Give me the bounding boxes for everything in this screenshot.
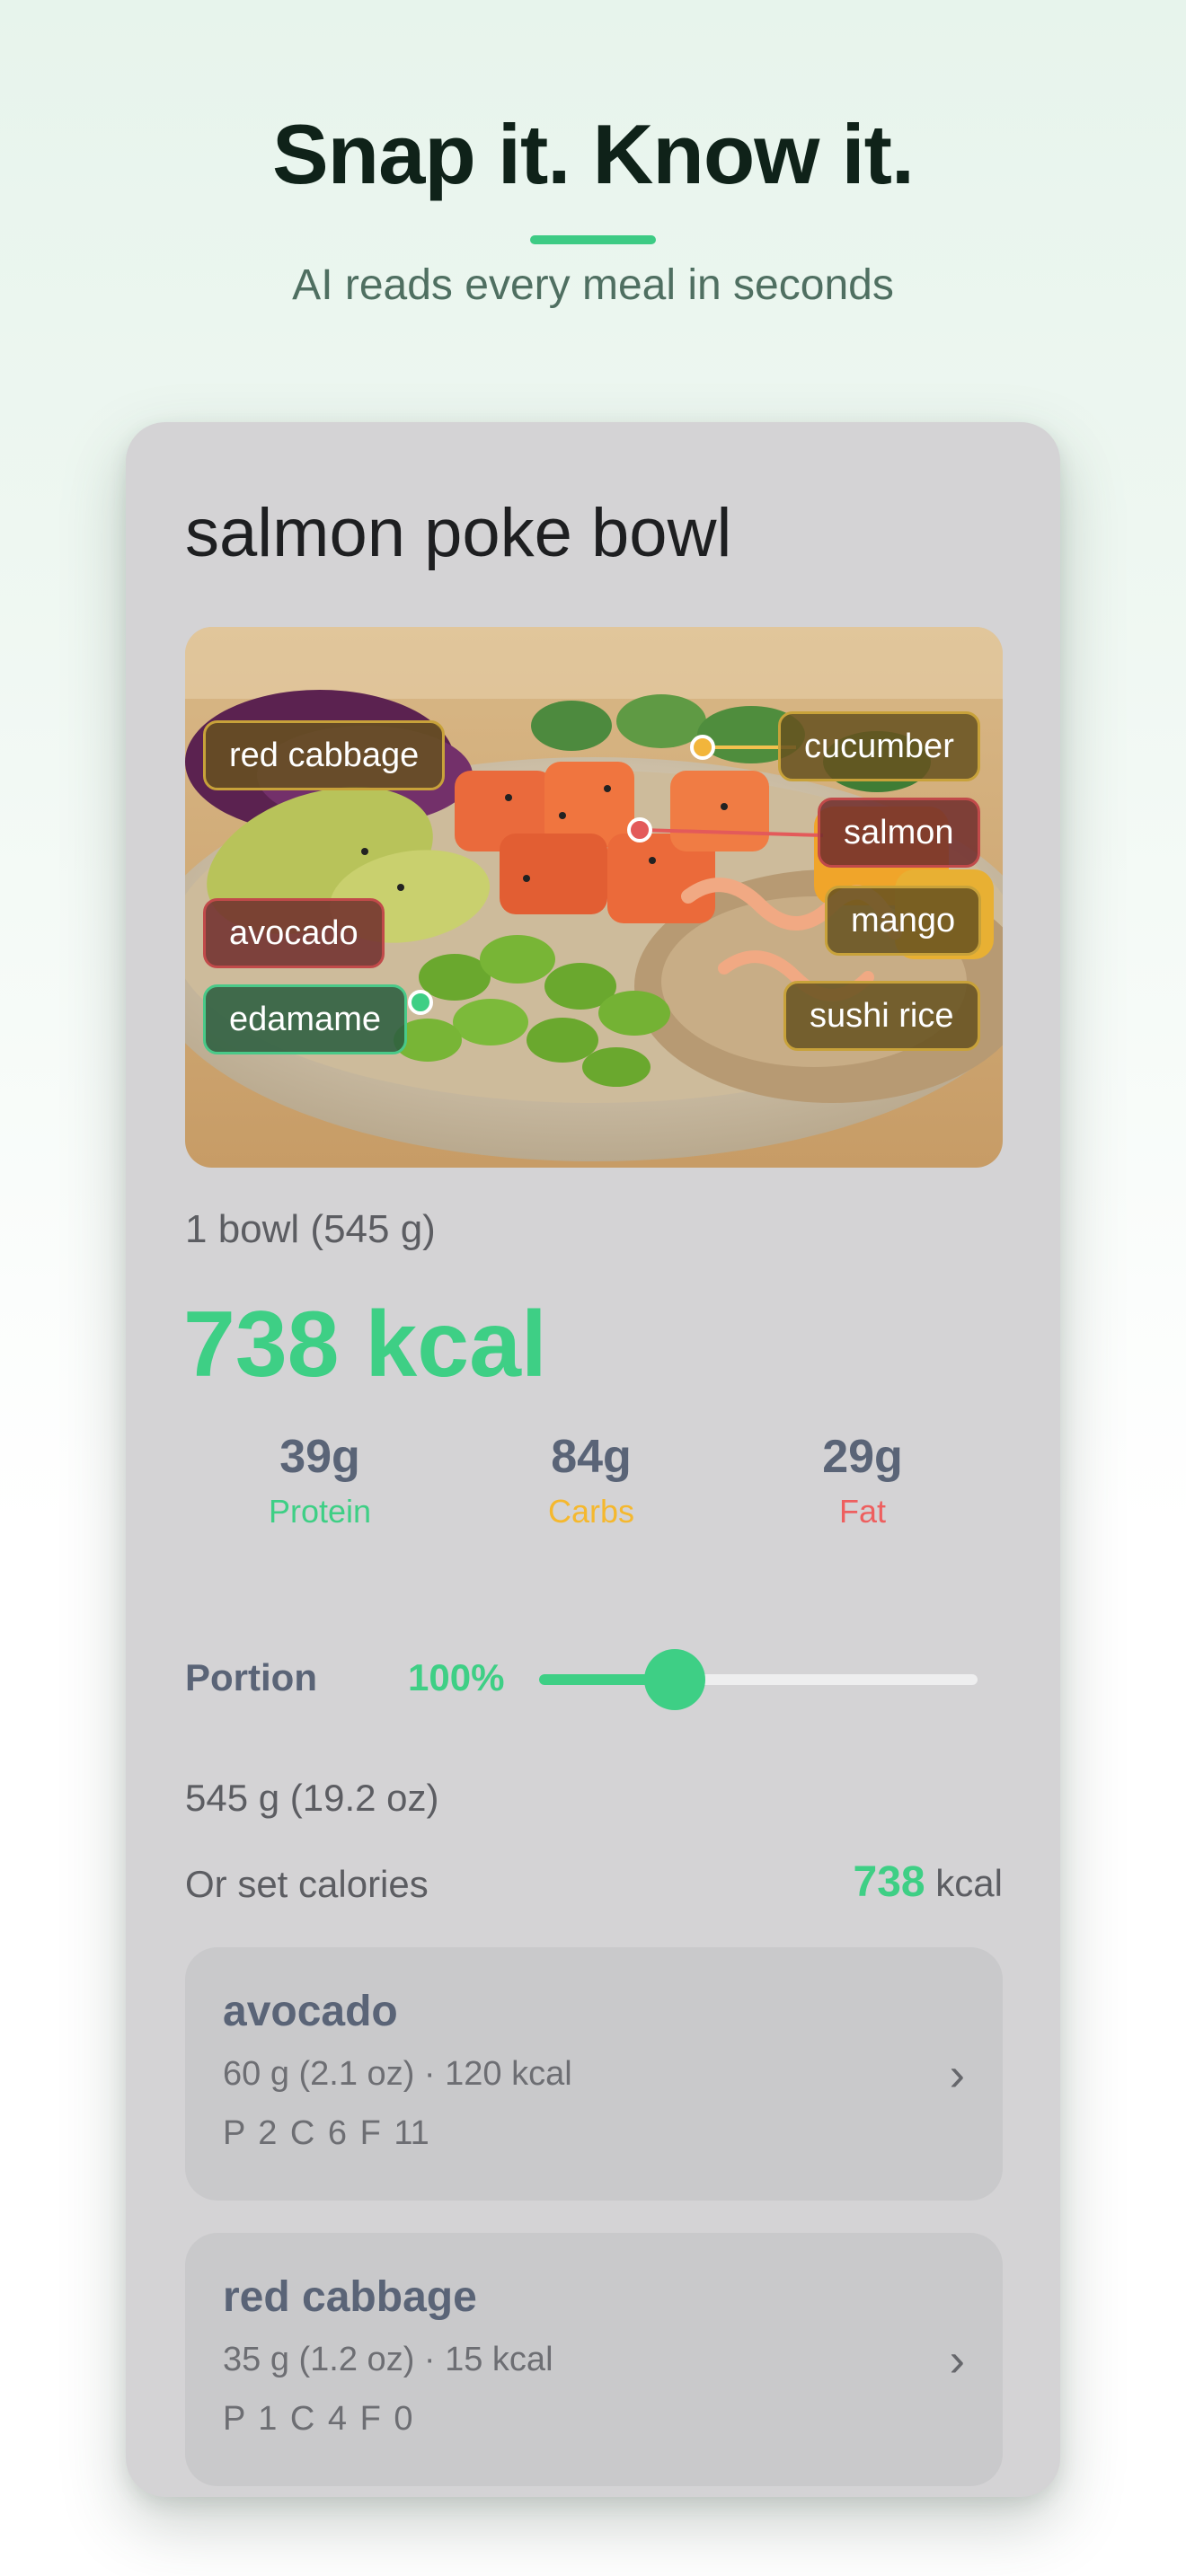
portion-weight: 545 g (19.2 oz) (185, 1777, 439, 1819)
portion-slider[interactable] (539, 1649, 978, 1710)
chevron-right-icon[interactable]: › (950, 2048, 965, 2102)
set-calories-label: Or set calories (185, 1863, 429, 1905)
ingredient-name: red cabbage (223, 2273, 477, 2321)
ingredient-detail: 60 g (2.1 oz) · 120 kcal (223, 2055, 572, 2093)
hero-underline (530, 235, 656, 244)
photo-tag-mango[interactable]: mango (825, 886, 982, 956)
photo-tag-edamame[interactable]: edamame (203, 984, 407, 1054)
hero-title: Snap it. Know it. (271, 107, 915, 201)
hero-subtitle: AI reads every meal in seconds (292, 261, 894, 309)
set-calories-number[interactable]: 738 (854, 1858, 925, 1906)
ingredient-macros: P 2 C 6 F 11 (223, 2114, 429, 2152)
macro-fat-value: 29g (822, 1431, 903, 1483)
photo-tag-cucumber[interactable]: cucumber (778, 711, 980, 781)
serving-size: 1 bowl (545 g) (185, 1207, 436, 1251)
ingredient-detail: 35 g (1.2 oz) · 15 kcal (223, 2341, 553, 2378)
photo-tag-salmon[interactable]: salmon (818, 798, 980, 868)
photo-tag-avocado[interactable]: avocado (203, 898, 385, 968)
ingredient-row-avocado[interactable]: avocado 60 g (2.1 oz) · 120 kcal P 2 C 6… (185, 1947, 1003, 2201)
chevron-right-icon[interactable]: › (950, 2333, 965, 2387)
ingredient-name: avocado (223, 1988, 398, 2035)
macro-protein-label: Protein (268, 1493, 372, 1530)
portion-slider-thumb[interactable] (644, 1649, 706, 1710)
macro-carbs-value: 84g (551, 1431, 632, 1483)
photo-tag-sushi-rice[interactable]: sushi rice (783, 981, 980, 1051)
macro-fat: 29g Fat (746, 1430, 979, 1531)
meal-title: salmon poke bowl (185, 495, 732, 571)
ingredient-row-red-cabbage[interactable]: red cabbage 35 g (1.2 oz) · 15 kcal P 1 … (185, 2233, 1003, 2486)
macro-carbs: 84g Carbs (474, 1430, 708, 1531)
macro-protein: 39g Protein (203, 1430, 437, 1531)
macro-fat-label: Fat (838, 1493, 886, 1530)
macro-carbs-label: Carbs (547, 1493, 635, 1530)
macro-protein-value: 39g (279, 1431, 360, 1483)
meal-card: salmon poke bowl red cabbage cucumber sa… (126, 422, 1060, 2497)
ingredient-macros: P 1 C 4 F 0 (223, 2400, 413, 2438)
set-calories-input[interactable]: 738 kcal (854, 1857, 1003, 1907)
portion-percent: 100% (408, 1656, 505, 1698)
set-calories-unit: kcal (935, 1862, 1003, 1904)
total-calories: 738 kcal (183, 1292, 547, 1397)
portion-label: Portion (185, 1656, 317, 1698)
meal-photo[interactable]: red cabbage cucumber salmon mango avocad… (185, 627, 1003, 1168)
photo-tag-red-cabbage[interactable]: red cabbage (203, 720, 446, 790)
